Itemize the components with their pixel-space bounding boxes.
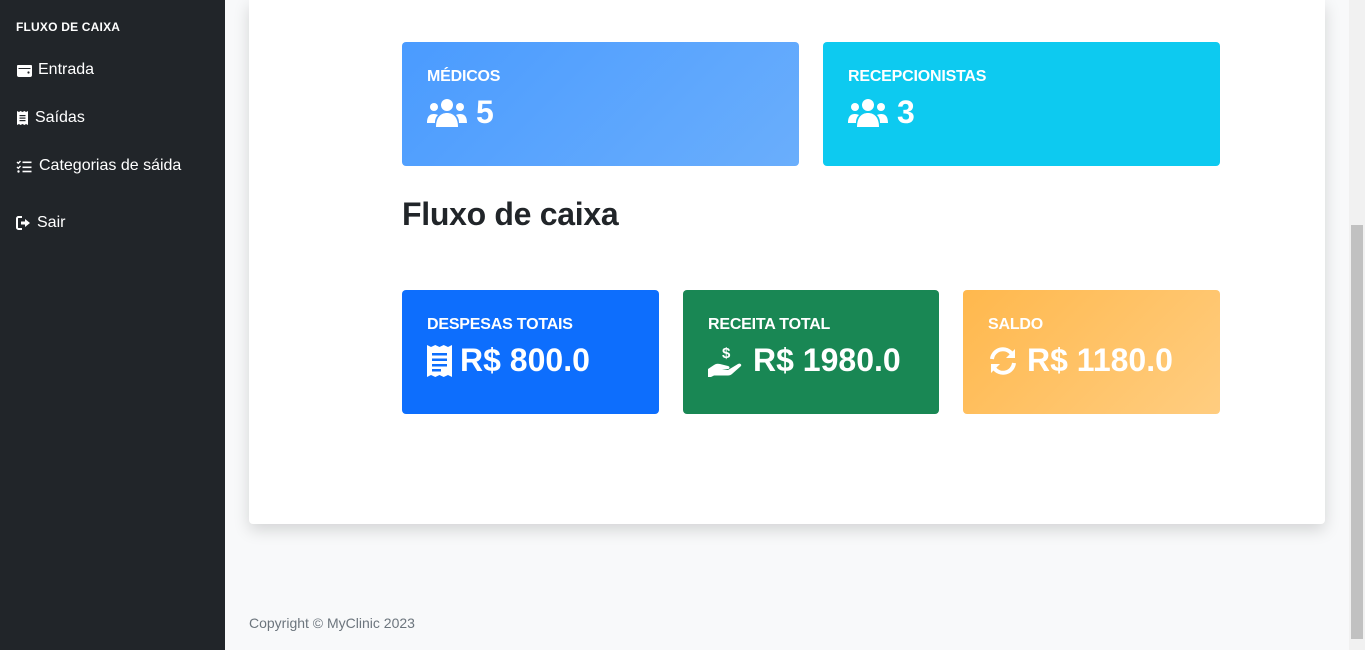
saldo-value: R$ 1180.0 <box>1027 342 1173 378</box>
wallet-icon <box>16 62 32 78</box>
receipt-icon <box>16 110 28 126</box>
sidebar-item-label: Entrada <box>38 61 95 78</box>
receita-card: RECEITA TOTAL $ R$ 1980.0 <box>683 290 939 414</box>
despesas-value-row: R$ 800.0 <box>427 342 590 379</box>
despesas-card: DESPESAS TOTAIS R$ 800.0 <box>402 290 659 414</box>
copyright-text: Copyright © MyClinic 2023 <box>249 615 415 631</box>
despesas-value: R$ 800.0 <box>460 342 590 378</box>
users-icon <box>427 97 467 129</box>
receipt-icon <box>427 344 452 377</box>
medicos-label: MÉDICOS <box>427 68 501 85</box>
sidebar-item-sair[interactable]: Sair <box>16 214 65 232</box>
despesas-label: DESPESAS TOTAIS <box>427 316 573 333</box>
sidebar-item-label: Saídas <box>35 109 85 126</box>
medicos-value: 5 <box>476 94 494 130</box>
recepcionistas-label: RECEPCIONISTAS <box>848 68 987 85</box>
sign-out-icon <box>16 215 32 231</box>
section-title: Fluxo de caixa <box>402 196 619 232</box>
medicos-card: MÉDICOS 5 <box>402 42 799 166</box>
sidebar-item-categorias[interactable]: Categorias de sáida <box>16 157 181 175</box>
sidebar-item-label: Sair <box>37 214 66 231</box>
sidebar: FLUXO DE CAIXA Entrada Saídas Categorias… <box>0 0 225 650</box>
users-icon <box>848 97 888 129</box>
list-check-icon <box>16 158 32 174</box>
svg-text:$: $ <box>722 345 731 362</box>
sidebar-item-saidas[interactable]: Saídas <box>16 109 85 127</box>
recepcionistas-value: 3 <box>897 94 915 130</box>
receita-value: R$ 1980.0 <box>753 342 901 378</box>
saldo-card: SALDO R$ 1180.0 <box>963 290 1220 414</box>
scrollbar-thumb[interactable] <box>1351 225 1363 639</box>
dashboard-card: MÉDICOS 5 RECEPCIONISTAS 3 Fluxo de caix… <box>249 0 1325 524</box>
saldo-label: SALDO <box>988 316 1044 333</box>
recepcionistas-value-row: 3 <box>848 94 915 131</box>
sidebar-item-entrada[interactable]: Entrada <box>16 61 94 79</box>
medicos-value-row: 5 <box>427 94 494 131</box>
recepcionistas-card: RECEPCIONISTAS 3 <box>823 42 1220 166</box>
receita-value-row: $ R$ 1980.0 <box>708 342 901 379</box>
page-scrollbar[interactable] <box>1349 0 1365 650</box>
sidebar-item-label: Categorias de sáida <box>39 157 182 174</box>
main-content: MÉDICOS 5 RECEPCIONISTAS 3 Fluxo de caix… <box>225 0 1349 650</box>
footer: Copyright © MyClinic 2023 <box>225 589 1349 650</box>
saldo-value-row: R$ 1180.0 <box>988 342 1173 379</box>
hand-holding-dollar-icon: $ <box>708 345 745 377</box>
sidebar-heading: FLUXO DE CAIXA <box>16 20 121 34</box>
sync-icon <box>988 346 1018 376</box>
receita-label: RECEITA TOTAL <box>708 316 831 333</box>
